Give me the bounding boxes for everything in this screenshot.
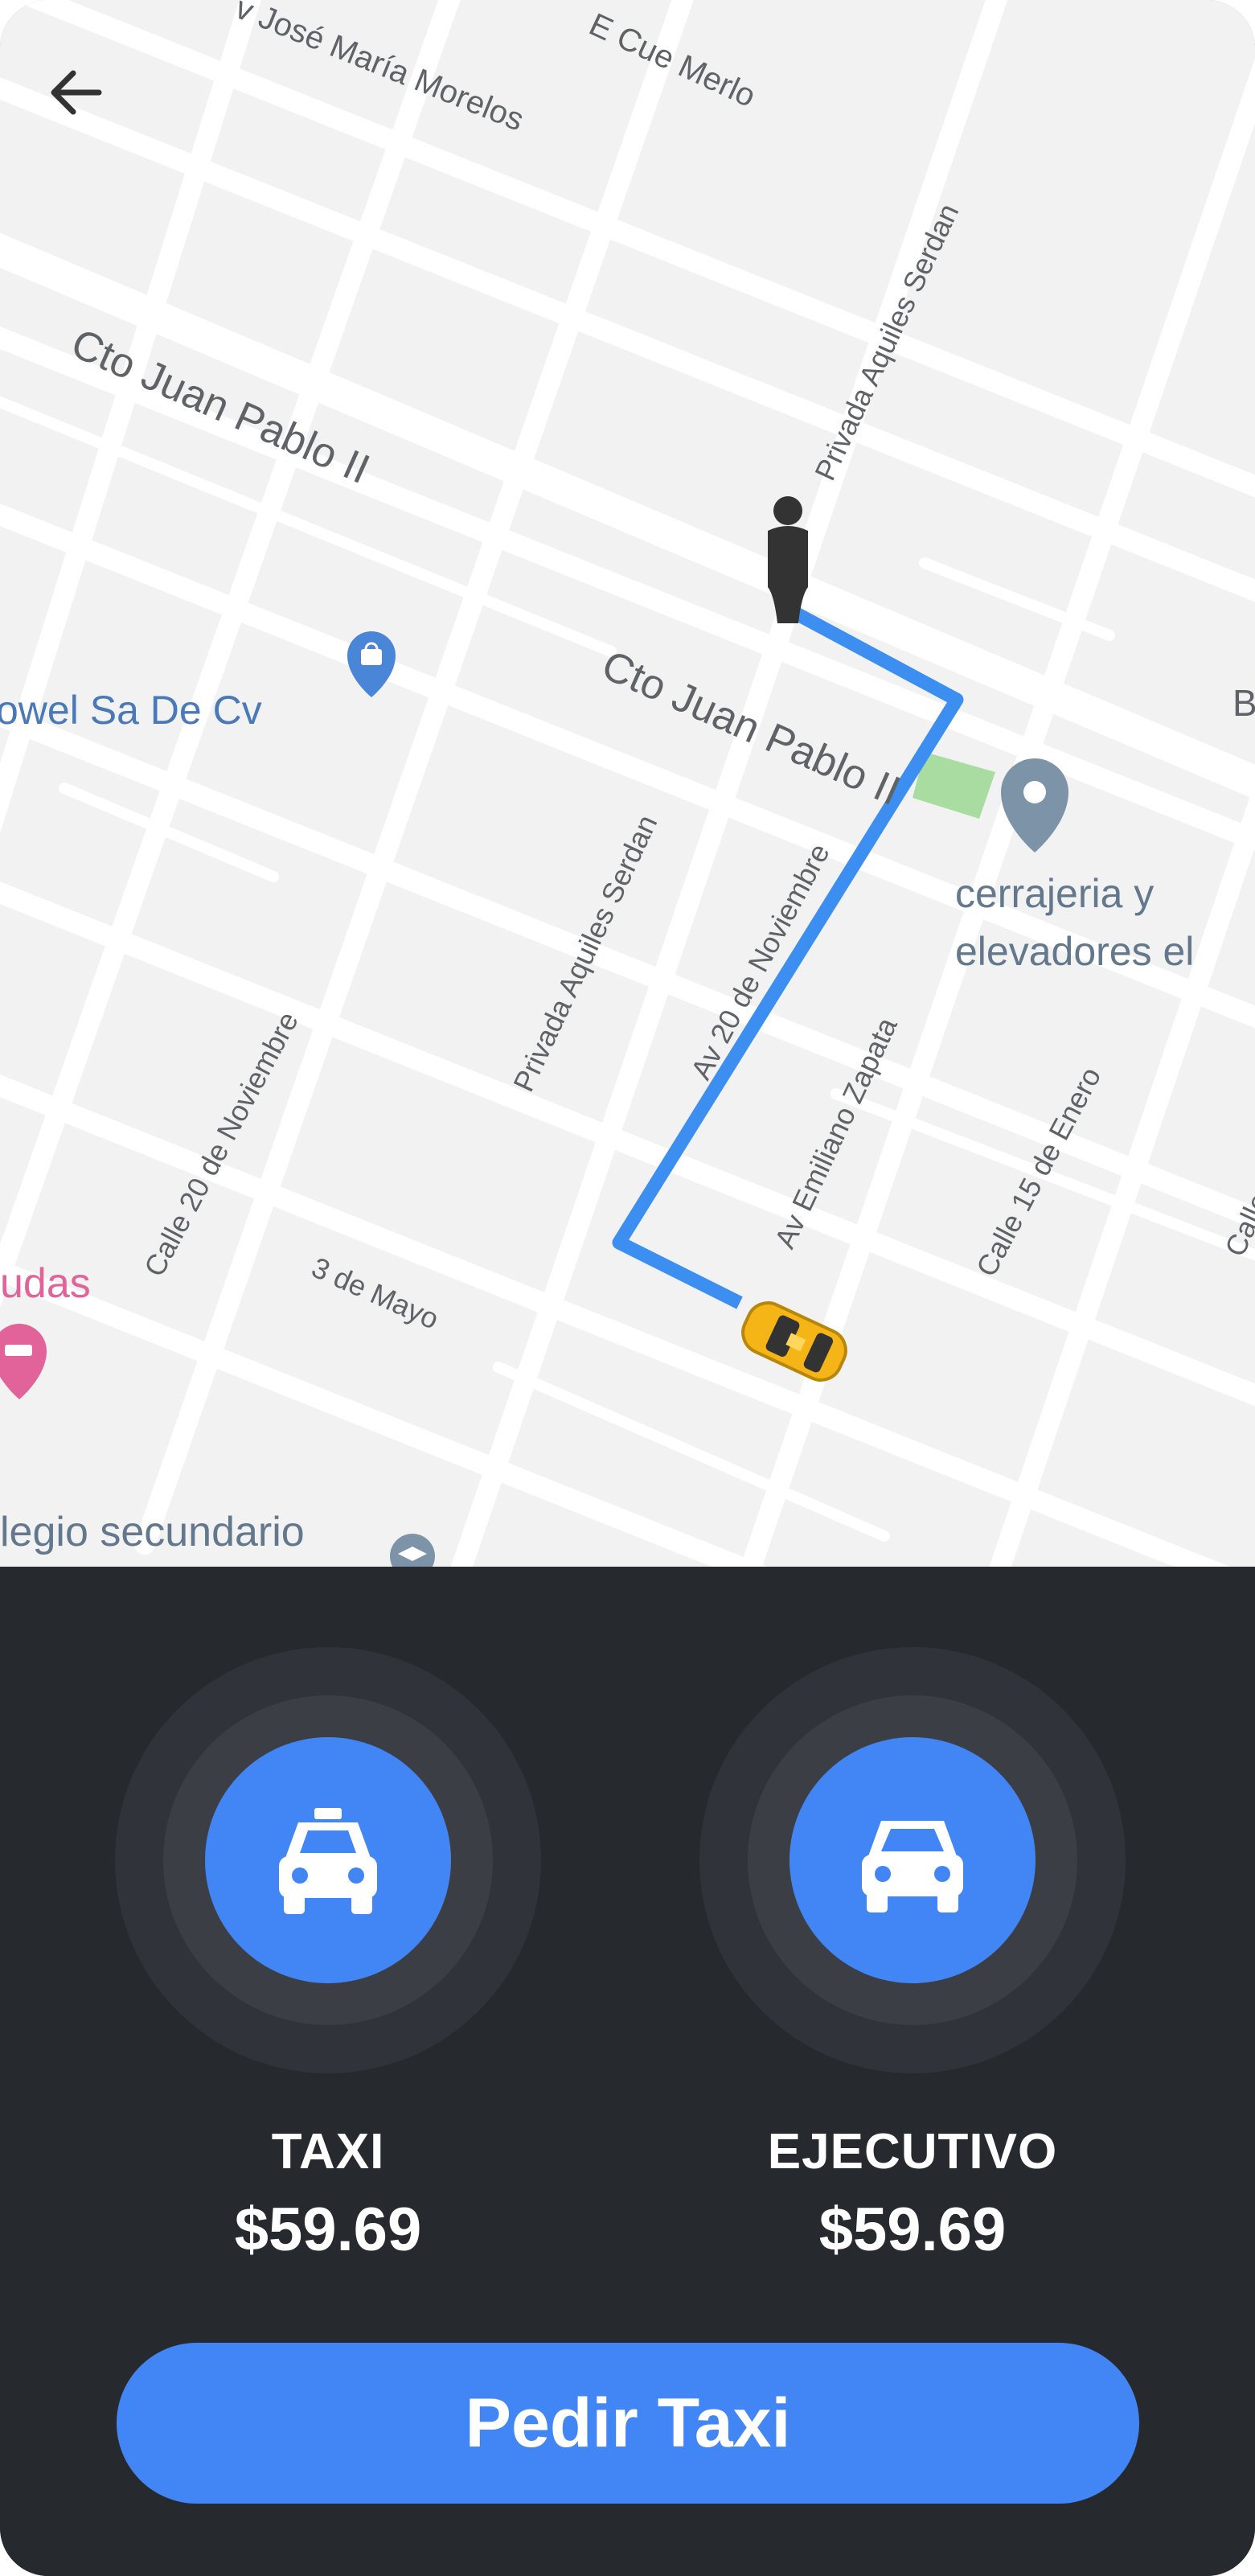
- option-taxi[interactable]: TAXI $59.69: [115, 1647, 541, 2265]
- option-icon-circle: [790, 1737, 1036, 1983]
- car-icon: [862, 1821, 963, 1912]
- option-name: EJECUTIVO: [767, 2124, 1058, 2180]
- street-label: B: [1232, 682, 1255, 724]
- bottom-sheet: TAXI $59.69 EJECUTIVO $59.69 Pedir Taxi: [0, 1567, 1255, 2576]
- poi-label: cerrajeria y: [955, 871, 1154, 916]
- app-screen: v José María Morelos E Cue Merlo Cto Jua…: [0, 0, 1255, 2576]
- poi-label: elevadores el: [955, 929, 1194, 974]
- map-canvas: v José María Morelos E Cue Merlo Cto Jua…: [0, 0, 1255, 1567]
- poi-label: owel Sa De Cv: [0, 688, 262, 733]
- option-ring: [115, 1647, 541, 2073]
- option-price: $59.69: [818, 2196, 1007, 2264]
- taxi-icon: [279, 1808, 377, 1914]
- option-ring: [699, 1647, 1126, 2073]
- option-price: $59.69: [234, 2196, 422, 2264]
- option-icon-circle: [205, 1737, 451, 1983]
- option-ejecutivo[interactable]: EJECUTIVO $59.69: [699, 1647, 1126, 2265]
- option-name: TAXI: [271, 2124, 385, 2180]
- poi-label: udas: [0, 1260, 91, 1307]
- poi-label: legio secundario: [0, 1509, 305, 1555]
- arrow-left-icon: [51, 70, 102, 115]
- map-view[interactable]: v José María Morelos E Cue Merlo Cto Jua…: [0, 0, 1255, 1567]
- order-taxi-button[interactable]: Pedir Taxi: [117, 2343, 1139, 2504]
- back-button[interactable]: [44, 60, 125, 141]
